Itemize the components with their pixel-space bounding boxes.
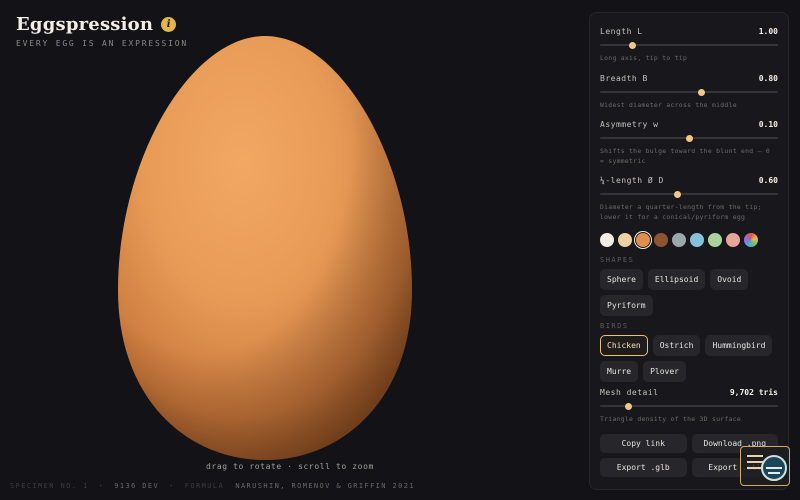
color-swatch[interactable] bbox=[600, 232, 614, 247]
avatar[interactable] bbox=[761, 455, 787, 481]
export-glb-button[interactable]: Export .glb bbox=[600, 458, 687, 478]
slider-track[interactable] bbox=[600, 132, 778, 144]
slider-thumb[interactable] bbox=[625, 402, 633, 410]
shape-ellipsoid-button[interactable]: Ellipsoid bbox=[647, 268, 706, 290]
slider-asymmetry: Asymmetry w 0.10 Shifts the bulge toward… bbox=[600, 120, 778, 166]
footer-tris-dev: 9136 DEV bbox=[114, 482, 160, 490]
slider-label: Asymmetry w bbox=[600, 120, 659, 130]
controls-panel: Length L 1.00 Long axis, tip to tip Brea… bbox=[589, 12, 789, 490]
slider-thumb[interactable] bbox=[686, 135, 693, 143]
bird-chips: Chicken Ostrich Hummingbird Murre Plover bbox=[600, 334, 778, 382]
footer-specimen: SPECIMEN NO. 1 bbox=[10, 482, 89, 490]
slider-value: 9,702 tris bbox=[729, 387, 778, 397]
color-swatch[interactable] bbox=[708, 232, 722, 247]
viewport-hint: drag to rotate · scroll to zoom bbox=[206, 462, 374, 471]
egg-shading bbox=[118, 36, 412, 460]
color-swatch[interactable] bbox=[618, 232, 632, 247]
slider-label: Length L bbox=[600, 27, 643, 36]
floating-widget[interactable] bbox=[740, 446, 790, 486]
egg-viewport[interactable] bbox=[0, 0, 575, 500]
footer-credits: NARUSHIN, ROMENOV & GRIFFIN 2021 bbox=[235, 482, 415, 490]
slider-mesh-detail: Mesh detail 9,702 tris Triangle density … bbox=[600, 388, 778, 425]
slider-description: Shifts the bulge toward the blunt end — … bbox=[600, 147, 771, 165]
bird-plover-button[interactable]: Plover bbox=[643, 360, 686, 382]
shape-chips: Sphere Ellipsoid Ovoid Pyriform bbox=[600, 268, 778, 316]
slider-track[interactable] bbox=[600, 188, 778, 200]
slider-length: Length L 1.00 Long axis, tip to tip bbox=[600, 27, 778, 64]
color-swatch[interactable] bbox=[672, 232, 686, 247]
slider-value: 0.80 bbox=[758, 73, 778, 83]
rainbow-swatch[interactable] bbox=[744, 232, 758, 247]
slider-track[interactable] bbox=[600, 86, 778, 98]
color-swatch[interactable] bbox=[654, 232, 668, 247]
bird-murre-button[interactable]: Murre bbox=[600, 360, 639, 382]
footer: SPECIMEN NO. 1 · 9136 DEV · FORMULA NARUSHIN… bbox=[10, 482, 415, 490]
slider-thumb[interactable] bbox=[673, 191, 681, 199]
color-swatches bbox=[600, 230, 778, 249]
slider-description: Diameter a quarter-length from the tip; … bbox=[600, 203, 762, 222]
slider-breadth: Breadth B 0.80 Widest diameter across th… bbox=[600, 74, 778, 111]
slider-quarter-diameter: ¼-length Ø D 0.60 Diameter a quarter-len… bbox=[600, 176, 778, 222]
color-swatch[interactable] bbox=[726, 232, 740, 247]
shape-pyriform-button[interactable]: Pyriform bbox=[600, 294, 653, 316]
shapes-label: SHAPES bbox=[600, 255, 635, 264]
slider-label: Breadth B bbox=[600, 73, 648, 83]
color-swatch[interactable] bbox=[634, 230, 652, 249]
copy-link-button[interactable]: Copy link bbox=[600, 434, 687, 454]
bird-ostrich-button[interactable]: Ostrich bbox=[652, 334, 701, 356]
slider-thumb[interactable] bbox=[698, 88, 706, 96]
slider-description: Triangle density of the 3D surface bbox=[600, 414, 742, 423]
shape-sphere-button[interactable]: Sphere bbox=[600, 268, 643, 290]
slider-label: Mesh detail bbox=[600, 387, 659, 397]
slider-value: 1.00 bbox=[758, 27, 778, 36]
footer-formula-label: FORMULA bbox=[184, 482, 225, 490]
slider-track[interactable] bbox=[600, 400, 778, 412]
bird-chicken-button[interactable]: Chicken bbox=[600, 334, 648, 356]
birds-label: BIRDS bbox=[600, 321, 629, 330]
slider-value: 0.10 bbox=[758, 120, 778, 130]
slider-label: ¼-length Ø D bbox=[600, 176, 664, 186]
slider-description: Long axis, tip to tip bbox=[600, 54, 688, 62]
color-swatch[interactable] bbox=[690, 232, 704, 247]
slider-description: Widest diameter across the middle bbox=[600, 100, 737, 109]
slider-track[interactable] bbox=[600, 39, 778, 51]
slider-value: 0.60 bbox=[758, 176, 778, 186]
slider-thumb[interactable] bbox=[629, 42, 637, 49]
shape-ovoid-button[interactable]: Ovoid bbox=[710, 268, 749, 290]
bird-hummingbird-button[interactable]: Hummingbird bbox=[705, 334, 773, 356]
